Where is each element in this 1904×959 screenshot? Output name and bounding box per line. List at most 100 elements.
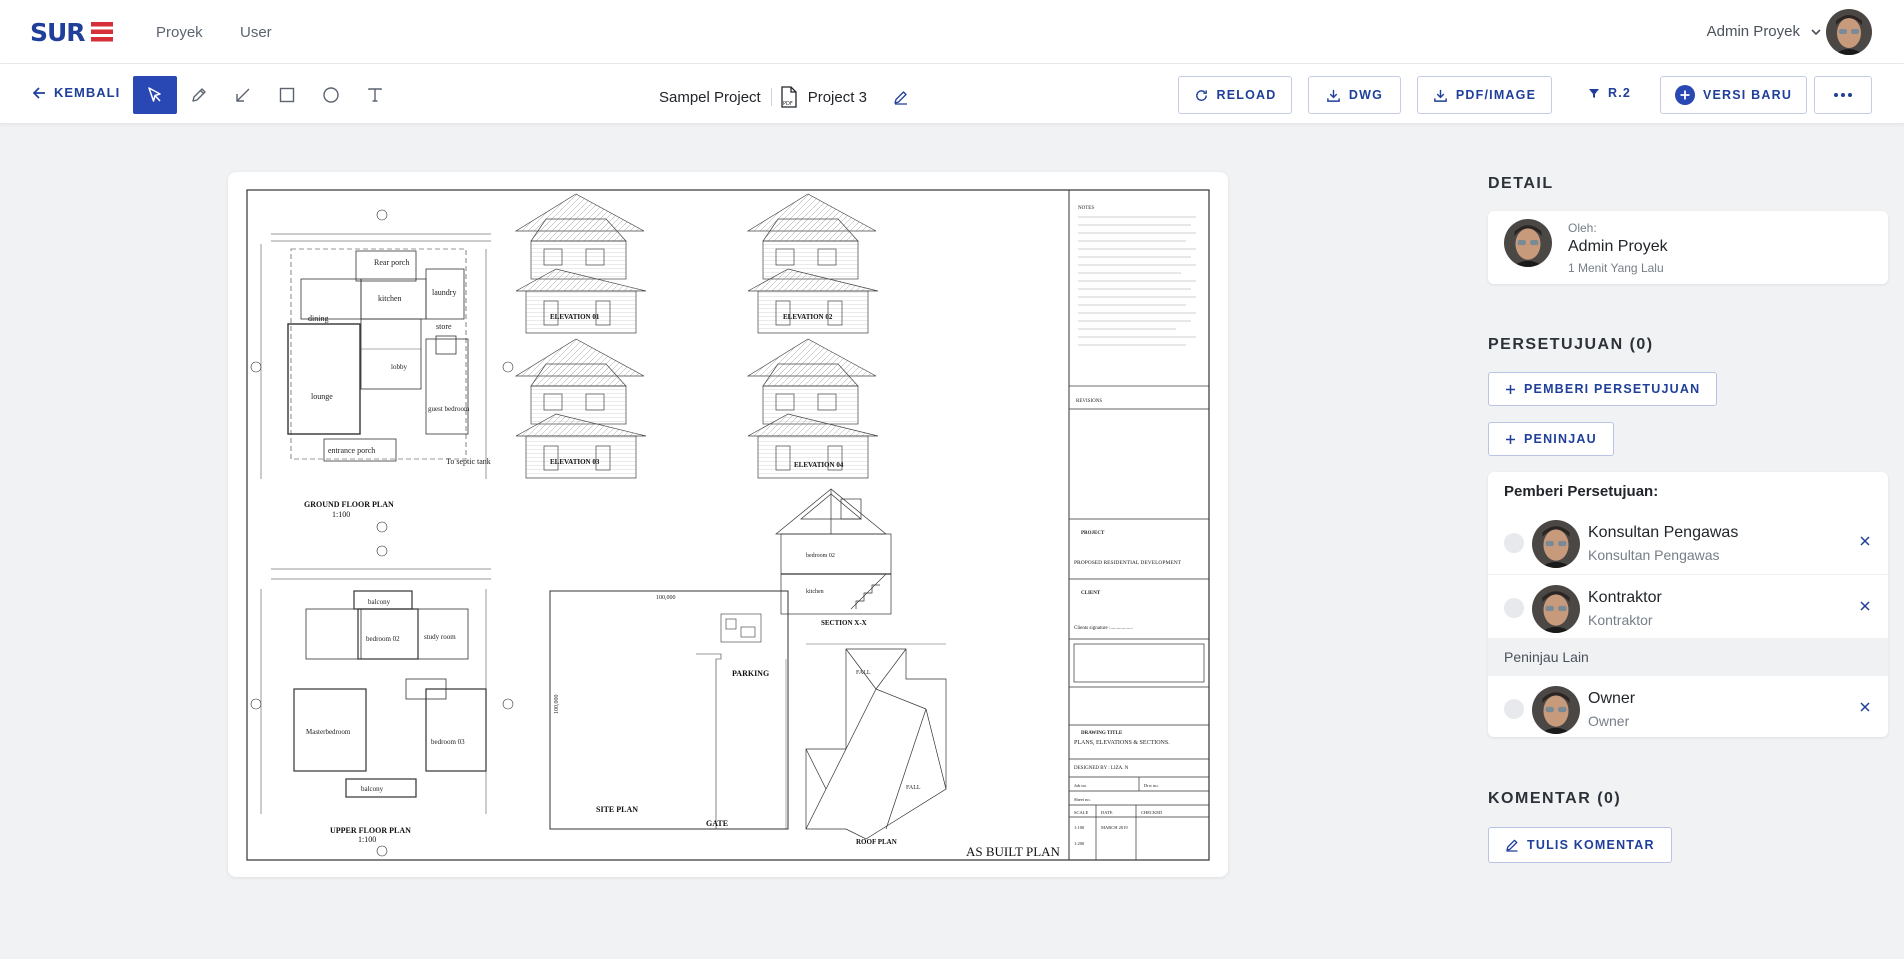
ground-floor-plan-title: GROUND FLOOR PLAN <box>304 500 394 509</box>
reload-button[interactable]: RELOAD <box>1178 76 1292 114</box>
drawing-title-value: PLANS, ELEVATIONS & SECTIONS. <box>1074 740 1170 746</box>
plus-icon <box>1506 384 1515 394</box>
detail-heading: DETAIL <box>1488 175 1554 192</box>
add-reviewer-button[interactable]: PENINJAU <box>1488 422 1614 456</box>
reviewer-role: Owner <box>1588 713 1630 729</box>
circle-icon <box>323 87 339 103</box>
download-icon <box>1327 89 1340 102</box>
circle-tool[interactable] <box>309 76 353 114</box>
roof-fall-label: FALL <box>906 785 921 791</box>
add-approver-label: PEMBERI PERSETUJUAN <box>1524 382 1701 396</box>
more-horizontal-icon <box>1834 93 1852 97</box>
approver-role: Konsultan Pengawas <box>1588 547 1720 563</box>
nav-link-user[interactable]: User <box>240 24 272 41</box>
back-label: KEMBALI <box>54 85 121 100</box>
approver-name: Konsultan Pengawas <box>1588 524 1739 541</box>
close-icon[interactable] <box>1858 599 1872 613</box>
tb-scale-value: 1:100 <box>1074 825 1085 830</box>
more-button[interactable] <box>1814 76 1872 114</box>
add-reviewer-label: PENINJAU <box>1524 432 1597 446</box>
refresh-icon <box>1195 89 1207 101</box>
revision-label: R.2 <box>1608 86 1632 100</box>
sure-logo[interactable]: SUR <box>30 19 114 45</box>
room-label: bedroom 02 <box>806 553 835 559</box>
room-label: To septic tank <box>446 457 491 466</box>
user-menu[interactable]: Admin Proyek <box>1707 23 1822 40</box>
architectural-drawing-sheet[interactable]: Rear porch laundry kitchen dining store … <box>246 189 1210 861</box>
room-label: kitchen <box>806 589 824 595</box>
edit-icon[interactable] <box>893 89 909 105</box>
room-label: Rear porch <box>374 258 409 267</box>
back-button[interactable]: KEMBALI <box>32 85 120 100</box>
pencil-icon <box>192 88 206 102</box>
arrow-left-icon <box>32 86 45 99</box>
editor-toolbar: KEMBALI Sampel Project PDF Project 3 REL… <box>0 64 1904 124</box>
drawing-viewer[interactable]: Rear porch laundry kitchen dining store … <box>228 172 1228 877</box>
nav-link-proyek[interactable]: Proyek <box>156 24 203 41</box>
plus-icon <box>1506 434 1515 444</box>
drawing-title-label: DRAWING TITLE <box>1081 731 1123 736</box>
elevation-02-title: ELEVATION 02 <box>783 313 833 321</box>
room-label: guest bedroom <box>428 405 470 413</box>
detail-card: Oleh: Admin Proyek 1 Menit Yang Lalu <box>1488 211 1888 284</box>
rectangle-tool[interactable] <box>265 76 309 114</box>
approver-row: Kontraktor Kontraktor <box>1488 574 1888 638</box>
download-pdf-button[interactable]: PDF/IMAGE <box>1417 76 1552 114</box>
roof-fall-label: FALL <box>856 670 871 676</box>
roof-plan-title: ROOF PLAN <box>856 838 897 846</box>
breadcrumb-divider <box>770 88 772 106</box>
approver-avatar <box>1532 520 1580 568</box>
close-icon[interactable] <box>1858 534 1872 548</box>
pdf-label: PDF/IMAGE <box>1455 88 1537 102</box>
new-version-label: VERSI BARU <box>1702 88 1793 102</box>
room-label: balcony <box>361 785 384 793</box>
room-label: study room <box>424 633 456 641</box>
upper-floor-plan-title: UPPER FLOOR PLAN <box>330 826 411 835</box>
revision-filter-button[interactable]: R.2 <box>1588 86 1631 100</box>
section-title: SECTION X-X <box>821 619 867 627</box>
close-icon[interactable] <box>1858 700 1872 714</box>
top-navbar: SUR Proyek User Admin Proyek <box>0 0 1904 64</box>
project-name[interactable]: Sampel Project <box>659 89 761 106</box>
download-dwg-button[interactable]: DWG <box>1308 76 1401 114</box>
notes-title: NOTES <box>1078 206 1094 211</box>
select-tool[interactable] <box>133 76 177 114</box>
gate-label: GATE <box>706 819 728 828</box>
reload-label: RELOAD <box>1216 88 1277 102</box>
reviewer-avatar <box>1532 686 1580 734</box>
svg-text:SUR: SUR <box>30 19 85 45</box>
user-name: Admin Proyek <box>1706 23 1800 40</box>
parking-label: PARKING <box>732 669 769 678</box>
write-comment-button[interactable]: TULIS KOMENTAR <box>1488 827 1672 863</box>
other-reviewers-heading: Peninjau Lain <box>1488 638 1888 676</box>
author-name: Admin Proyek <box>1568 238 1668 255</box>
approver-row: Konsultan Pengawas Konsultan Pengawas <box>1488 510 1888 574</box>
tb-date-value: MARCH 2019 <box>1101 825 1128 830</box>
job-no: Job no. <box>1074 783 1087 788</box>
elevation-04-title: ELEVATION 04 <box>794 461 844 469</box>
timestamp: 1 Menit Yang Lalu <box>1568 261 1664 275</box>
new-version-button[interactable]: VERSI BARU <box>1660 76 1807 114</box>
download-icon <box>1434 89 1447 102</box>
text-tool[interactable] <box>353 76 397 114</box>
site-dimension: 100,000 <box>656 595 676 601</box>
room-label: laundry <box>432 288 456 297</box>
elevation-03-title: ELEVATION 03 <box>550 458 600 466</box>
approvers-heading: Pemberi Persetujuan: <box>1504 483 1659 500</box>
sheet-no: Sheet no. <box>1074 797 1091 802</box>
scale-label: 1:100 <box>358 835 376 844</box>
tb-scale-value-2: 1:200 <box>1074 841 1085 846</box>
approvers-card: Pemberi Persetujuan: Konsultan Pengawas … <box>1488 472 1888 737</box>
room-label: lounge <box>311 392 333 401</box>
drw-no: Drw no. <box>1144 783 1159 788</box>
user-avatar[interactable] <box>1826 9 1872 55</box>
pencil-tool[interactable] <box>177 76 221 114</box>
site-plan-title: SITE PLAN <box>596 805 638 814</box>
scale-label: 1:100 <box>332 510 350 519</box>
tb-date: DATE <box>1101 810 1113 815</box>
add-approver-button[interactable]: PEMBERI PERSETUJUAN <box>1488 372 1718 406</box>
pencil-icon <box>1506 839 1518 852</box>
project-title: PROJECT <box>1081 531 1105 536</box>
line-tool[interactable] <box>221 76 265 114</box>
reviewer-row: Owner Owner <box>1488 676 1888 740</box>
